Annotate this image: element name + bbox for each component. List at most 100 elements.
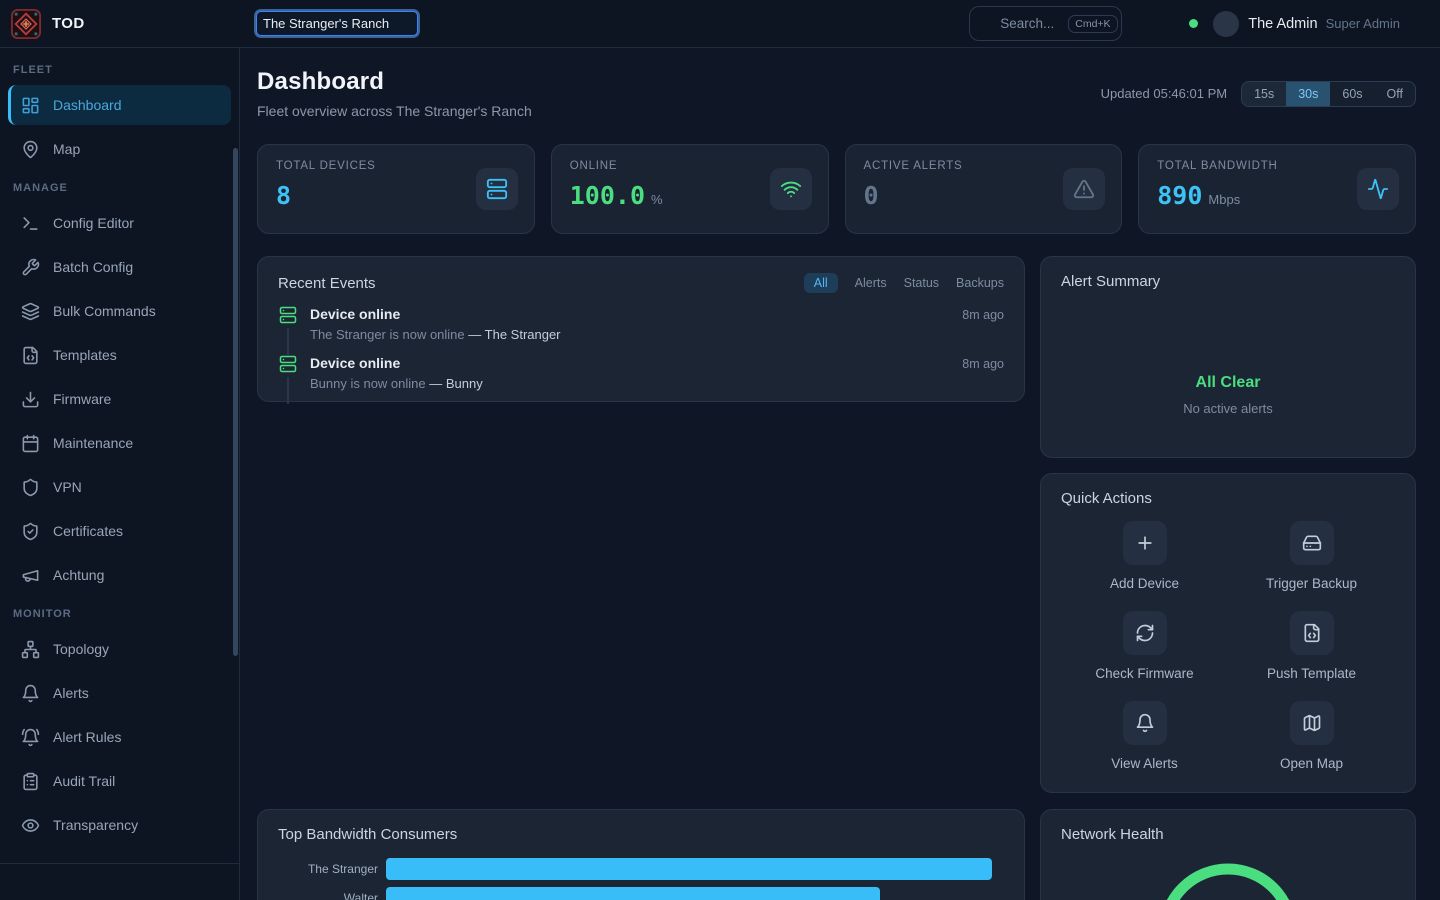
ranch-selector[interactable]: The Stranger's Ranch	[256, 11, 418, 36]
bandwidth-device-label: Walter	[278, 891, 386, 900]
sidebar-item-alerts[interactable]: Alerts	[8, 673, 231, 713]
quick-action-icon-well	[1123, 701, 1167, 745]
avatar[interactable]	[1213, 11, 1239, 37]
sidebar-item-audit-trail[interactable]: Audit Trail	[8, 761, 231, 801]
bandwidth-title: Top Bandwidth Consumers	[278, 826, 457, 843]
event-timeline-line	[287, 328, 289, 355]
stats-row: TOTAL DEVICES8ONLINE100.0%ACTIVE ALERTS0…	[257, 144, 1416, 234]
event-tab-all[interactable]: All	[804, 273, 838, 293]
eye-icon	[21, 816, 40, 835]
updated-timestamp: Updated 05:46:01 PM	[1101, 86, 1227, 101]
bandwidth-chart: The Stranger Walter	[278, 858, 1004, 900]
sidebar-item-bulk-commands[interactable]: Bulk Commands	[8, 291, 231, 331]
refresh-option-15s[interactable]: 15s	[1242, 82, 1286, 106]
bandwidth-bar	[386, 858, 992, 880]
app-logo-icon	[11, 9, 41, 39]
shield-check-icon	[21, 522, 40, 541]
sidebar-item-vpn[interactable]: VPN	[8, 467, 231, 507]
sidebar-item-transparency[interactable]: Transparency	[8, 805, 231, 845]
recent-events-card: Recent Events AllAlertsStatusBackups Dev…	[257, 256, 1025, 402]
user-menu[interactable]: The Admin Super Admin	[1239, 16, 1425, 32]
refresh-option-off[interactable]: Off	[1375, 82, 1415, 106]
app-name: TOD	[52, 15, 85, 32]
quick-action-trigger-backup[interactable]: Trigger Backup	[1228, 521, 1395, 591]
sidebar-item-certificates[interactable]: Certificates	[8, 511, 231, 551]
sidebar-item-label: Alerts	[53, 685, 89, 701]
event-tab-backups[interactable]: Backups	[956, 276, 1004, 290]
network-health-gauge: 100	[1061, 857, 1395, 900]
shield-icon	[21, 478, 40, 497]
event-device-name: — Bunny	[429, 376, 482, 391]
plus-icon	[1135, 533, 1155, 553]
event-tab-status[interactable]: Status	[904, 276, 939, 290]
quick-action-label: Push Template	[1267, 666, 1356, 681]
sidebar-item-label: Audit Trail	[53, 773, 115, 789]
sidebar-item-config-editor[interactable]: Config Editor	[8, 203, 231, 243]
layers-icon	[21, 302, 40, 321]
quick-action-add-device[interactable]: Add Device	[1061, 521, 1228, 591]
sidebar-item-achtung[interactable]: Achtung	[8, 555, 231, 595]
sidebar-item-label: Achtung	[53, 567, 104, 583]
sidebar-item-label: Firmware	[53, 391, 111, 407]
sidebar-item-topology[interactable]: Topology	[8, 629, 231, 669]
refresh-icon	[1135, 623, 1155, 643]
stat-icon-well	[476, 168, 518, 210]
sidebar-item-batch-config[interactable]: Batch Config	[8, 247, 231, 287]
event-rail	[278, 306, 297, 355]
terminal-icon	[21, 214, 40, 233]
quick-action-open-map[interactable]: Open Map	[1228, 701, 1395, 771]
sidebar-item-maintenance[interactable]: Maintenance	[8, 423, 231, 463]
quick-action-label: View Alerts	[1111, 756, 1178, 771]
event-timeline-line	[287, 377, 289, 404]
chevron-down-icon	[396, 17, 410, 31]
bandwidth-row: The Stranger	[278, 858, 1004, 880]
sidebar-item-firmware[interactable]: Firmware	[8, 379, 231, 419]
event-description: The Stranger is now online — The Strange…	[310, 327, 1004, 342]
quick-action-view-alerts[interactable]: View Alerts	[1061, 701, 1228, 771]
stat-icon-well	[770, 168, 812, 210]
quick-action-icon-well	[1123, 521, 1167, 565]
sidebar-scrollbar[interactable]	[233, 148, 238, 656]
sidebar-section-label-fleet: FLEET	[8, 64, 231, 76]
sidebar-item-alert-rules[interactable]: Alert Rules	[8, 717, 231, 757]
search-box[interactable]: Cmd+K	[969, 6, 1122, 41]
topbar: TOD The Stranger's Ranch Cmd+K The Admin…	[0, 0, 1440, 48]
event-time: 8m ago	[962, 357, 1004, 371]
sidebar-item-label: Bulk Commands	[53, 303, 156, 319]
bandwidth-bar	[386, 887, 880, 900]
sidebar-section-label-manage: MANAGE	[8, 182, 231, 194]
refresh-option-60s[interactable]: 60s	[1330, 82, 1374, 106]
bandwidth-bar-track	[386, 858, 1004, 880]
sidebar-item-dashboard[interactable]: Dashboard	[8, 85, 231, 125]
sidebar-item-templates[interactable]: Templates	[8, 335, 231, 375]
alert-summary-card: Alert Summary All Clear No active alerts	[1040, 256, 1416, 458]
bandwidth-bar-track	[386, 887, 1004, 900]
event-title: Device online	[310, 306, 400, 322]
alert-status-text: All Clear	[1196, 374, 1261, 392]
theme-toggle-sun-icon[interactable]	[1147, 15, 1165, 33]
clipboard-list-icon	[21, 772, 40, 791]
alert-triangle-icon	[1073, 178, 1095, 200]
stat-card-active-alerts: ACTIVE ALERTS0	[845, 144, 1123, 234]
search-input[interactable]	[1000, 16, 1062, 31]
quick-actions-title: Quick Actions	[1061, 490, 1152, 507]
refresh-option-30s[interactable]: 30s	[1286, 82, 1330, 106]
event-tab-alerts[interactable]: Alerts	[855, 276, 887, 290]
hard-drive-icon	[1302, 533, 1322, 553]
check-circle-icon	[1205, 315, 1251, 361]
user-name: The Admin	[1248, 16, 1317, 32]
sidebar-item-label: Topology	[53, 641, 109, 657]
quick-action-push-template[interactable]: Push Template	[1228, 611, 1395, 681]
quick-action-label: Open Map	[1280, 756, 1343, 771]
sidebar-item-label: Map	[53, 141, 80, 157]
sidebar-collapse-button[interactable]	[0, 863, 239, 900]
wrench-icon	[21, 258, 40, 277]
sidebar-item-label: Batch Config	[53, 259, 133, 275]
sidebar-item-map[interactable]: Map	[8, 129, 231, 169]
quick-action-check-firmware[interactable]: Check Firmware	[1061, 611, 1228, 681]
sidebar-item-label: VPN	[53, 479, 82, 495]
quick-action-label: Add Device	[1110, 576, 1179, 591]
event-description-text: Bunny is now online	[310, 376, 429, 391]
page-title: Dashboard	[257, 68, 532, 96]
megaphone-icon	[21, 566, 40, 585]
